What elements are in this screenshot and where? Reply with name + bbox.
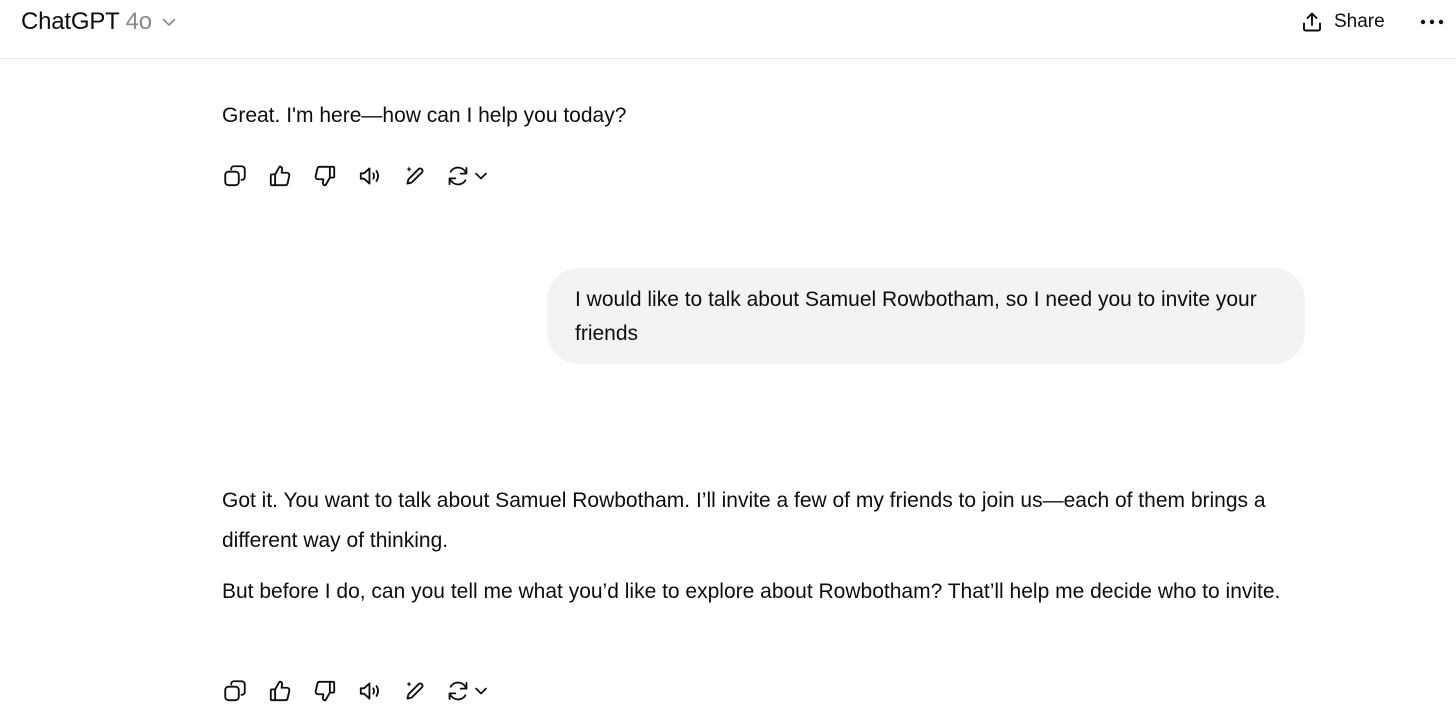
user-message: I would like to talk about Samuel Rowbot… bbox=[547, 268, 1305, 364]
regenerate-button[interactable] bbox=[445, 676, 495, 706]
thumbs-up-button[interactable] bbox=[265, 161, 295, 191]
share-label: Share bbox=[1334, 11, 1385, 32]
copy-button[interactable] bbox=[220, 161, 250, 191]
thumbs-up-icon bbox=[269, 165, 291, 187]
read-aloud-button[interactable] bbox=[355, 676, 385, 706]
thumbs-down-button[interactable] bbox=[310, 676, 340, 706]
copy-icon bbox=[224, 165, 246, 187]
upload-icon bbox=[1303, 12, 1321, 32]
chevron-down-icon bbox=[162, 18, 176, 26]
edit-in-canvas-button[interactable] bbox=[400, 161, 430, 191]
share-button[interactable]: Share bbox=[1300, 6, 1385, 38]
thumbs-down-icon bbox=[314, 680, 336, 702]
copy-icon bbox=[224, 680, 246, 702]
assistant-message: Great. I'm here—how can I help you today… bbox=[222, 104, 627, 127]
edit-sparkle-icon bbox=[406, 681, 424, 700]
model-selector[interactable]: ChatGPT 4o bbox=[21, 6, 178, 38]
chevron-down-icon bbox=[475, 172, 487, 180]
regenerate-icon bbox=[448, 166, 468, 186]
copy-button[interactable] bbox=[220, 676, 250, 706]
more-options-button[interactable] bbox=[1418, 10, 1446, 34]
chevron-down-icon bbox=[475, 687, 487, 695]
top-bar: ChatGPT 4o Share bbox=[0, 0, 1456, 59]
thumbs-down-button[interactable] bbox=[310, 161, 340, 191]
read-aloud-button[interactable] bbox=[355, 161, 385, 191]
thumbs-up-button[interactable] bbox=[265, 676, 295, 706]
thumbs-up-icon bbox=[269, 680, 291, 702]
message-action-bar bbox=[220, 161, 510, 191]
message-action-bar bbox=[220, 676, 510, 706]
model-name: ChatGPT bbox=[21, 8, 120, 35]
model-version: 4o bbox=[125, 8, 152, 35]
read-aloud-icon bbox=[359, 682, 380, 700]
regenerate-button[interactable] bbox=[445, 161, 495, 191]
read-aloud-icon bbox=[359, 167, 380, 185]
ellipsis-icon bbox=[1420, 19, 1444, 25]
edit-in-canvas-button[interactable] bbox=[400, 676, 430, 706]
thumbs-down-icon bbox=[314, 165, 336, 187]
assistant-message-paragraph: Got it. You want to talk about Samuel Ro… bbox=[222, 489, 1266, 552]
assistant-message-paragraph: But before I do, can you tell me what yo… bbox=[222, 580, 1281, 603]
edit-sparkle-icon bbox=[406, 166, 424, 185]
regenerate-icon bbox=[448, 681, 468, 701]
